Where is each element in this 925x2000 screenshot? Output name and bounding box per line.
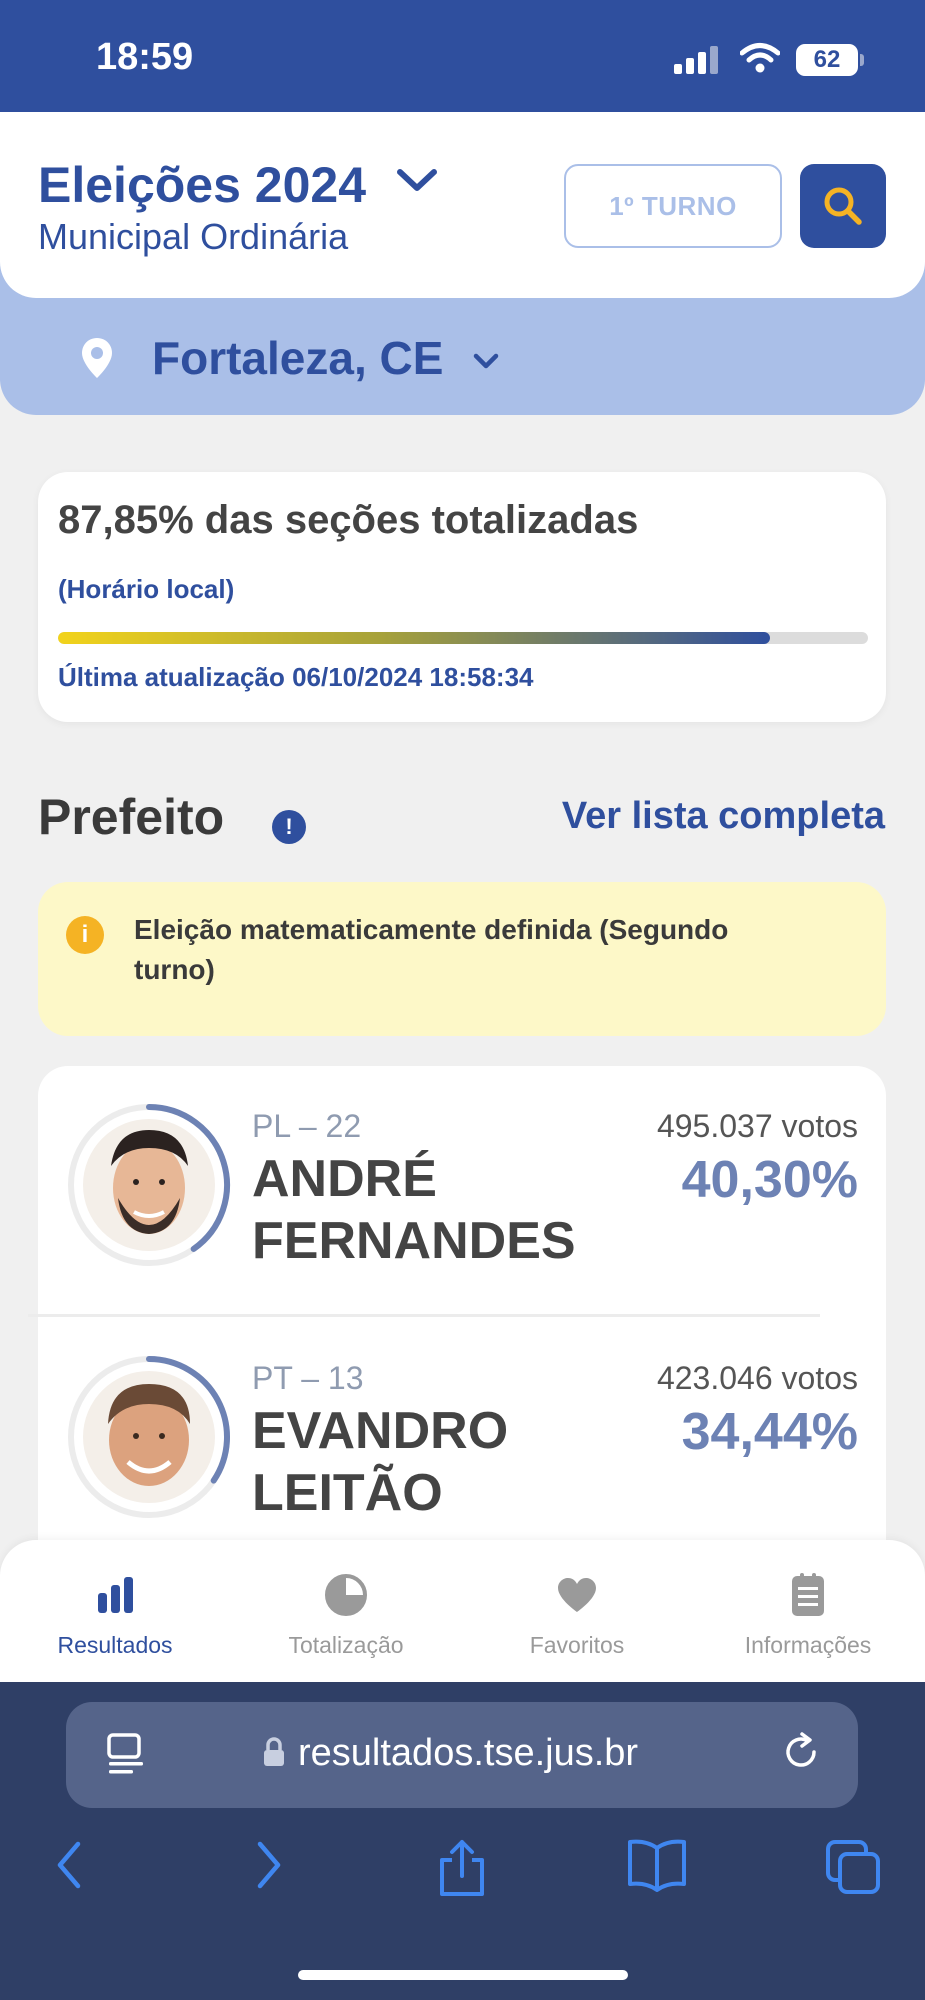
tabs-icon[interactable] (824, 1838, 882, 1896)
map-pin-icon (82, 338, 112, 378)
tab-totalizacao[interactable]: Totalização (231, 1570, 461, 1659)
candidate-party: PT – 13 (252, 1360, 364, 1396)
city-name: Fortaleza, CE (152, 332, 444, 384)
totalization-title: 87,85% das seções totalizadas (58, 498, 639, 542)
share-icon[interactable] (434, 1838, 490, 1898)
last-update: Última atualização 06/10/2024 18:58:34 (58, 662, 534, 692)
wifi-icon (740, 43, 780, 73)
tab-label: Resultados (57, 1632, 173, 1658)
candidate-percent: 40,30% (681, 1151, 858, 1209)
status-bar: 18:59 62 (0, 0, 925, 112)
candidate-party: PL – 22 (252, 1108, 362, 1144)
notice-text: Eleição matematicamente definida (Segund… (134, 914, 729, 985)
local-time-label: (Horário local) (58, 574, 235, 604)
see-full-list-link[interactable]: Ver lista completa (562, 795, 885, 838)
tab-label: Favoritos (529, 1632, 625, 1658)
info-icon[interactable]: ! (272, 810, 306, 844)
home-indicator (298, 1970, 628, 1980)
totalization-card: 87,85% das seções totalizadas (Horário l… (38, 472, 886, 722)
tab-label: Informações (744, 1632, 872, 1658)
forward-icon[interactable] (248, 1838, 288, 1892)
section-title: Prefeito (38, 789, 225, 845)
reader-mode-icon[interactable] (106, 1732, 146, 1776)
pie-chart-icon (325, 1574, 367, 1616)
heart-icon (558, 1578, 596, 1612)
lock-icon (264, 1737, 284, 1766)
candidate-votes: 495.037 votos (656, 1108, 858, 1144)
browser-toolbar: resultados.tse.jus.br (0, 1682, 925, 2000)
candidate-name: EVANDRO LEITÃO (252, 1402, 509, 1522)
cellular-signal-icon (674, 46, 718, 74)
url-text: resultados.tse.jus.br (298, 1732, 639, 1774)
search-button[interactable] (800, 164, 886, 248)
search-icon (824, 187, 862, 225)
battery-indicator: 62 (796, 44, 858, 76)
candidate-percent: 34,44% (681, 1403, 858, 1461)
candidate-photo (68, 1356, 230, 1518)
tab-label: Totalização (288, 1632, 404, 1658)
bookmarks-icon[interactable] (626, 1838, 688, 1892)
battery-cap (860, 54, 864, 66)
status-time: 18:59 (96, 36, 194, 78)
election-subtitle: Municipal Ordinária (38, 216, 349, 257)
reload-icon[interactable] (780, 1730, 824, 1774)
candidate-name: ANDRÉ FERNANDES (252, 1150, 576, 1270)
bottom-tab-bar: Resultados Totalização Favoritos Informa… (0, 1540, 925, 1682)
chevron-down-icon[interactable] (396, 168, 438, 194)
election-title[interactable]: Eleições 2024 (38, 156, 366, 214)
tab-informacoes[interactable]: Informações (693, 1570, 923, 1659)
candidate-votes: 423.046 votos (656, 1360, 858, 1396)
round-button[interactable]: 1º TURNO (564, 164, 782, 248)
back-icon[interactable] (50, 1838, 90, 1892)
address-bar[interactable]: resultados.tse.jus.br (66, 1702, 858, 1808)
tab-resultados[interactable]: Resultados (0, 1570, 230, 1659)
document-icon (792, 1573, 824, 1616)
tab-favoritos[interactable]: Favoritos (462, 1570, 692, 1659)
election-header: Eleições 2024 Municipal Ordinária 1º TUR… (0, 112, 925, 298)
progress-bar-fill (58, 632, 770, 644)
info-icon: i (66, 916, 104, 954)
election-notice: i Eleição matematicamente definida (Segu… (38, 882, 886, 1036)
progress-bar (58, 632, 868, 644)
candidate-photo (68, 1104, 230, 1266)
bar-chart-icon (98, 1577, 133, 1613)
candidate-divider (28, 1314, 820, 1317)
chevron-down-icon (474, 353, 499, 369)
city-selector[interactable]: Fortaleza, CE (80, 328, 499, 388)
